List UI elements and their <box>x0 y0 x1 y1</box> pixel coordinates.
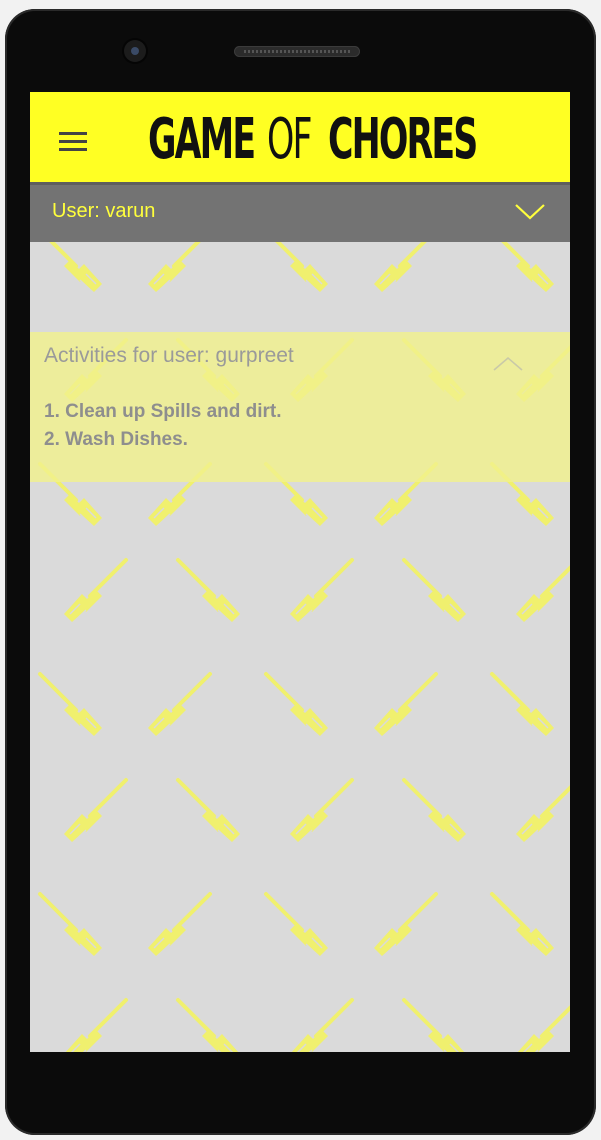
activity-item: 1. Clean up Spills and dirt. <box>44 401 282 422</box>
menu-line <box>59 148 87 151</box>
phone-frame: GAME OF CHORES User: varun Activities for … <box>5 9 596 1135</box>
activity-item: 2. Wash Dishes. <box>44 429 188 450</box>
user-selector[interactable]: User: varun <box>30 182 570 242</box>
app-screen: GAME OF CHORES User: varun Activities for … <box>30 92 570 1052</box>
front-camera <box>124 40 146 62</box>
app-logo-title: GAME OF CHORES <box>148 108 567 172</box>
chevron-down-icon[interactable] <box>514 203 546 221</box>
current-user-label: User: varun <box>52 200 156 222</box>
brand-word-of: OF <box>267 107 312 172</box>
activities-title: Activities for user: gurpreet <box>44 344 294 367</box>
hamburger-menu-icon[interactable] <box>59 130 89 152</box>
app-header: GAME OF CHORES <box>30 92 570 182</box>
brand-word-chores: CHORES <box>327 107 478 172</box>
chevron-up-icon[interactable] <box>492 356 524 372</box>
activities-list: 1. Clean up Spills and dirt. 2. Wash Dis… <box>44 398 282 454</box>
menu-line <box>59 132 87 135</box>
earpiece-speaker <box>234 46 360 57</box>
brand-word-game: GAME <box>148 107 256 172</box>
activities-panel: Activities for user: gurpreet 1. Clean u… <box>30 332 570 482</box>
menu-line <box>59 140 87 143</box>
